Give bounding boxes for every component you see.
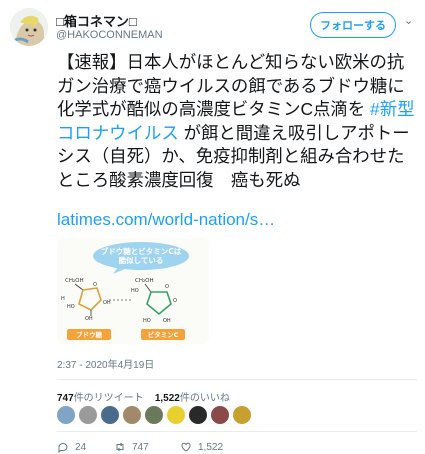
like-stat[interactable]: 1,522件のいいね [155,393,230,404]
liker-avatar[interactable] [211,406,229,424]
like-label: 件のいいね [179,393,230,404]
bubble-text: ブドウ糖とビタミンCは [101,246,182,256]
svg-text:OH: OH [103,300,111,306]
liker-avatar[interactable] [189,406,207,424]
user-handle[interactable]: @HAKOCONNEMAN [56,29,163,41]
glucose-ch2oh-label: CH₂OH [65,278,84,284]
tweet-image[interactable]: ブドウ糖とビタミンCは 酷似している CH₂OH O H HO OH OH CH… [57,238,209,344]
tweet-header: □箱コネマン□ @HAKOCONNEMAN フォローする ⌄ [10,8,415,48]
svg-text:HO: HO [67,304,75,310]
svg-text:O: O [93,282,97,288]
svg-text:HO: HO [131,288,139,294]
retweet-button[interactable]: 747 [114,441,149,453]
svg-text:H: H [61,296,65,302]
display-name[interactable]: □箱コネマン□ [56,11,137,30]
like-count: 1,522 [154,393,180,404]
liker-avatar[interactable] [79,406,97,424]
like-action-count: 1,522 [198,441,224,453]
tweet-text-part: 【速報】日本人がほとんど知らない欧米の抗ガン治療で癌ウイルスの餌であるブドウ糖に… [57,52,405,119]
reply-button[interactable]: 24 [57,441,86,453]
avatar[interactable] [10,8,48,46]
tweet-text: 【速報】日本人がほとんど知らない欧米の抗ガン治療で癌ウイルスの餌であるブドウ糖に… [57,51,417,192]
avatar-illustration-icon [10,8,48,46]
liker-avatar[interactable] [233,406,251,424]
bubble-text: 酷似している [119,255,164,265]
svg-text:O: O [173,298,177,304]
reply-count: 24 [75,441,87,453]
svg-text:O: O [165,284,169,290]
url-link[interactable]: latimes.com/world-nation/s… [57,209,275,231]
divider [57,379,417,380]
chevron-down-icon[interactable]: ⌄ [404,15,416,27]
divider [57,431,417,432]
vitc-label: ビタミンC [148,330,179,339]
retweet-label: 件のリツイート [73,393,144,404]
follow-button[interactable]: フォローする [310,12,396,38]
liker-avatar[interactable] [145,406,163,424]
glucose-label: ブドウ糖 [76,330,103,339]
engagement-stats: 747件のリツイート 1,522件のいいね [57,389,230,404]
retweet-stat[interactable]: 747件のリツイート [57,393,144,404]
retweet-icon [116,442,124,452]
liker-avatar[interactable] [57,406,75,424]
retweet-action-count: 747 [132,441,149,453]
like-button[interactable]: 1,522 [180,441,223,453]
timestamp[interactable]: 2:37 - 2020年4月19日 [57,356,154,371]
reply-icon [58,443,68,453]
liker-avatar[interactable] [167,406,185,424]
molecule-diagram: ブドウ糖とビタミンCは 酷似している CH₂OH O H HO OH OH CH… [57,238,209,344]
liker-avatar[interactable] [123,406,141,424]
svg-text:HO: HO [143,318,151,324]
svg-text:OH: OH [163,318,171,324]
vitc-ch2oh-label: CH₂OH [135,278,154,284]
retweet-count: 747 [57,393,74,404]
svg-text:OH: OH [85,316,93,322]
liker-avatar[interactable] [101,406,119,424]
heart-icon [181,442,191,452]
